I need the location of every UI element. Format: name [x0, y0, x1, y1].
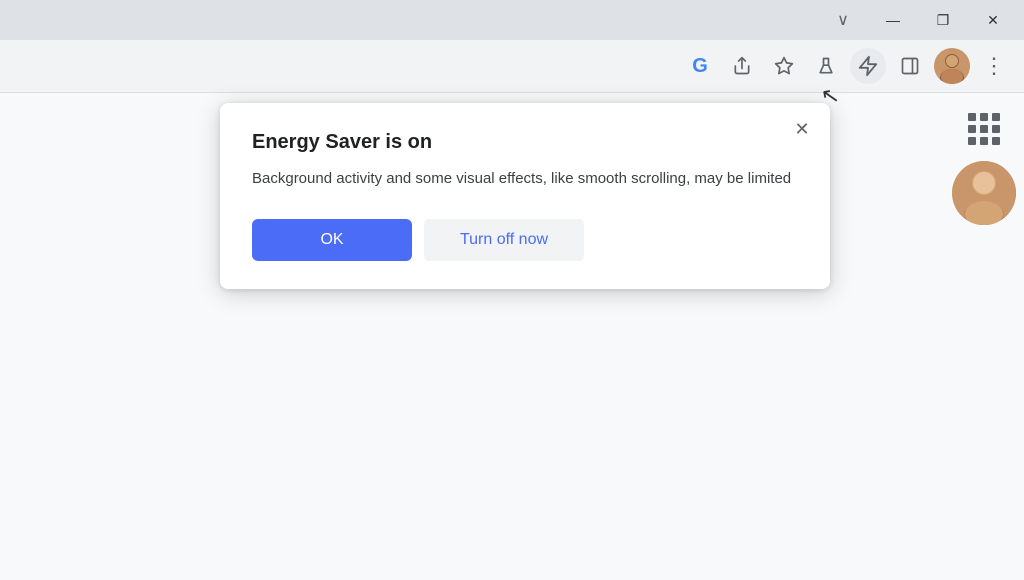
- profile-avatar[interactable]: [934, 48, 970, 84]
- popup-body: Background activity and some visual effe…: [252, 168, 798, 191]
- sidebar-toggle-button[interactable]: [892, 48, 928, 84]
- grid-dot: [968, 137, 976, 145]
- close-icon: ✕: [794, 119, 809, 140]
- maximize-icon: ❐: [937, 12, 950, 29]
- toolbar: G: [0, 40, 1024, 92]
- labs-button[interactable]: [808, 48, 844, 84]
- grid-dot: [980, 137, 988, 145]
- google-icon: G: [692, 55, 708, 78]
- title-bar: ∨ — ❐ ✕: [0, 0, 1024, 40]
- share-icon: [732, 56, 752, 76]
- more-dots-icon: ⋮: [983, 55, 1005, 77]
- popup-actions: OK Turn off now: [252, 219, 798, 261]
- page-content: ✕ Energy Saver is on Background activity…: [0, 93, 1024, 580]
- grid-dot: [968, 125, 976, 133]
- maximize-button[interactable]: ❐: [920, 4, 966, 36]
- chevron-down-icon: ∨: [837, 10, 849, 30]
- grid-dot: [980, 125, 988, 133]
- apps-grid-icon[interactable]: [968, 113, 1000, 145]
- ok-button[interactable]: OK: [252, 219, 412, 261]
- browser-chrome: G: [0, 40, 1024, 93]
- popup-close-button[interactable]: ✕: [788, 115, 816, 143]
- share-button[interactable]: [724, 48, 760, 84]
- turn-off-now-button[interactable]: Turn off now: [424, 219, 584, 261]
- minimize-button[interactable]: —: [870, 4, 916, 36]
- energy-saver-popup: ✕ Energy Saver is on Background activity…: [220, 103, 830, 289]
- large-avatar[interactable]: [952, 161, 1016, 225]
- chevron-button[interactable]: ∨: [820, 4, 866, 36]
- more-menu-button[interactable]: ⋮: [976, 48, 1012, 84]
- close-button[interactable]: ✕: [970, 4, 1016, 36]
- sidebar-icon: [900, 56, 920, 76]
- grid-dot: [980, 113, 988, 121]
- minimize-icon: —: [886, 12, 900, 28]
- energy-saver-icon: [857, 55, 879, 77]
- close-icon: ✕: [987, 12, 999, 29]
- bookmark-button[interactable]: [766, 48, 802, 84]
- grid-dot: [992, 125, 1000, 133]
- star-icon: [774, 56, 794, 76]
- grid-dot: [968, 113, 976, 121]
- grid-dot: [992, 113, 1000, 121]
- popup-title: Energy Saver is on: [252, 131, 798, 154]
- flask-icon: [816, 56, 836, 76]
- grid-dot: [992, 137, 1000, 145]
- avatar-image: [934, 48, 970, 84]
- energy-saver-button[interactable]: [850, 48, 886, 84]
- right-panel: [944, 93, 1024, 580]
- google-icon-button[interactable]: G: [682, 48, 718, 84]
